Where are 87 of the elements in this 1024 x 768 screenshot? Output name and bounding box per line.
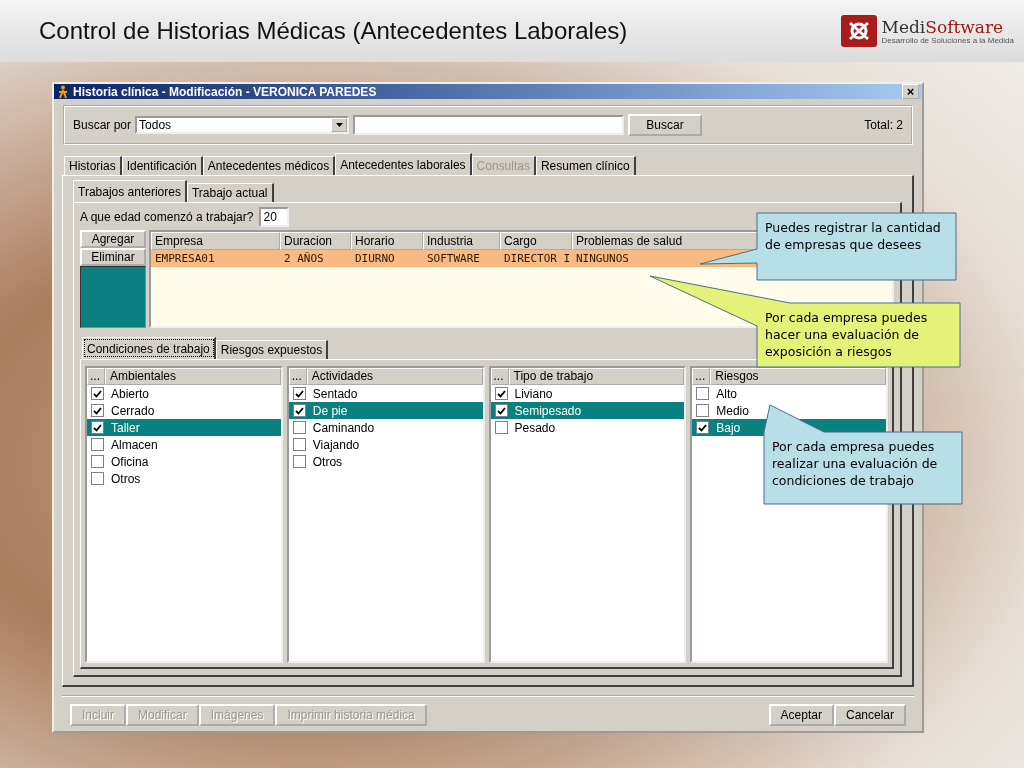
list-item[interactable]: De pie xyxy=(288,402,483,419)
side-button[interactable]: Eliminar xyxy=(80,248,146,266)
logo-icon xyxy=(841,15,878,47)
age-label: A que edad comenzó a trabajar? xyxy=(80,210,254,224)
action-button[interactable]: Aceptar xyxy=(768,704,834,726)
column-header[interactable]: Empresa xyxy=(151,232,280,250)
column-header[interactable]: ... xyxy=(490,368,509,385)
slide-title: Control de Historias Médicas (Antecedentes Laborales) xyxy=(39,17,628,45)
checkbox[interactable] xyxy=(292,438,306,451)
item-label: Medio xyxy=(716,403,749,418)
checkbox[interactable] xyxy=(292,404,306,417)
item-label: Abierto xyxy=(111,386,150,401)
item-label: Viajando xyxy=(312,437,360,452)
search-label: Buscar por xyxy=(73,118,132,132)
logo-name: MediSoftware xyxy=(881,17,1005,36)
tab[interactable]: Antecedentes laborales xyxy=(335,153,472,175)
item-label: Almacen xyxy=(111,437,158,452)
logo-tagline: Desarrollo de Soluciones a la Medida xyxy=(881,35,1014,45)
side-button[interactable]: Agregar xyxy=(80,230,146,248)
item-label: Otros xyxy=(111,471,141,486)
item-label: Otros xyxy=(312,454,343,469)
column-header[interactable]: Duracion xyxy=(280,232,351,250)
item-label: Oficina xyxy=(111,454,149,469)
checkbox[interactable] xyxy=(494,421,508,434)
callout-tooltip: Puedes registrar la cantidad de empresas que desees xyxy=(700,213,956,280)
search-button[interactable]: Buscar xyxy=(628,114,703,136)
checkbox[interactable] xyxy=(91,421,104,434)
column-header[interactable]: Actividades xyxy=(306,368,483,385)
item-label: Semipesado xyxy=(514,403,582,418)
filter-dropdown[interactable]: Todos xyxy=(135,116,350,134)
list-item[interactable]: Semipesado xyxy=(490,402,685,419)
column-header[interactable]: Horario xyxy=(351,232,423,250)
checkbox[interactable] xyxy=(91,387,104,400)
column-header[interactable]: Ambientales xyxy=(105,368,281,385)
tab[interactable]: Trabajo actual xyxy=(186,183,274,202)
age-field[interactable]: 20 xyxy=(259,207,290,227)
total-count: Total: 2 xyxy=(864,118,903,132)
close-button[interactable]: × xyxy=(902,84,919,99)
checkbox[interactable] xyxy=(292,455,306,468)
tab[interactable]: Historias xyxy=(64,156,122,175)
search-field[interactable] xyxy=(353,115,625,135)
item-label: Alto xyxy=(716,386,737,401)
checkbox[interactable] xyxy=(91,455,104,468)
checkbox[interactable] xyxy=(696,404,710,417)
list-item[interactable]: Taller xyxy=(87,419,281,436)
checkbox[interactable] xyxy=(91,472,104,485)
table-cell-text: EMPRESA01 xyxy=(155,251,215,267)
tab[interactable]: Riesgos expuestos xyxy=(215,340,329,359)
item-label: De pie xyxy=(312,403,348,418)
callout-tooltip: Por cada empresa puedes realizar una evaluación de condiciones de trabajo xyxy=(764,405,962,504)
item-label: Liviano xyxy=(514,386,553,401)
item-label: Caminando xyxy=(312,420,375,435)
checkbox[interactable] xyxy=(91,404,104,417)
item-label: Taller xyxy=(111,420,140,435)
item-label: Cerrado xyxy=(111,403,155,418)
checkbox[interactable] xyxy=(696,421,710,434)
tab[interactable]: Condiciones de trabajo xyxy=(82,337,216,359)
tab[interactable]: Antecedentes médicos xyxy=(202,156,336,175)
checkbox[interactable] xyxy=(696,387,710,400)
person-icon xyxy=(57,84,69,99)
item-label: Pesado xyxy=(514,420,556,435)
column-header[interactable]: Industria xyxy=(423,232,500,250)
side-panel xyxy=(80,266,146,328)
table-cell-text: NINGUNOS xyxy=(576,251,629,267)
callout-tooltip: Por cada empresa puedes hacer una evaluación de exposición a riesgos xyxy=(650,276,960,367)
column-header[interactable]: ... xyxy=(692,368,711,385)
tab[interactable]: Identificación xyxy=(121,156,203,175)
checkbox[interactable] xyxy=(494,387,508,400)
item-label: Bajo xyxy=(716,420,741,435)
checkbox[interactable] xyxy=(91,438,104,451)
tab[interactable]: Trabajos anteriores xyxy=(73,180,187,202)
checkbox[interactable] xyxy=(292,421,306,434)
checkbox[interactable] xyxy=(494,404,508,417)
table-cell-text: 2 AÑOS xyxy=(284,251,324,267)
action-button[interactable]: Cancelar xyxy=(833,704,906,726)
table-cell-text: DIURNO xyxy=(355,251,395,267)
checkbox[interactable] xyxy=(292,387,306,400)
item-label: Sentado xyxy=(312,386,358,401)
table-cell-text: DIRECTOR I xyxy=(504,251,571,267)
column-header[interactable]: ... xyxy=(87,368,105,385)
column-header[interactable]: Riesgos xyxy=(710,368,886,385)
table-cell-text: SOFTWARE xyxy=(427,251,480,267)
column-header[interactable]: Tipo de trabajo xyxy=(508,368,685,385)
tab[interactable]: Resumen clínico xyxy=(535,156,636,175)
column-header[interactable]: ... xyxy=(288,368,307,385)
window-title: Historia clínica - Modificación - VERONICA PAREDES xyxy=(73,84,378,99)
column-header[interactable]: Cargo xyxy=(500,232,572,250)
